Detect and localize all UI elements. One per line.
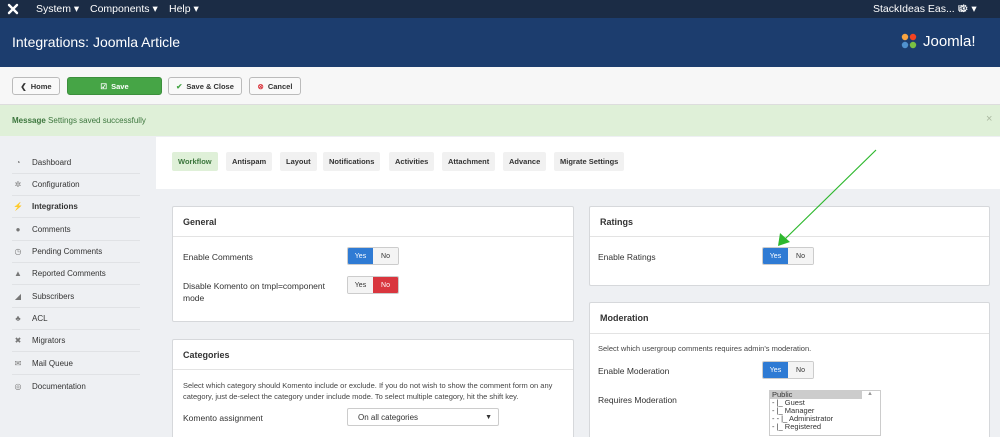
close-icon[interactable]: × (986, 113, 992, 125)
gear-icon: ⚙ (959, 3, 969, 15)
mail-icon: ✉ (14, 359, 22, 368)
list-item[interactable]: - |_ Registered (770, 423, 880, 431)
sidebar-item-reported-comments[interactable]: ▲ Reported Comments (12, 263, 140, 285)
ratings-title: Ratings (590, 207, 989, 237)
joomla-logo-icon (901, 33, 917, 49)
message-text: Settings saved successfully (48, 116, 146, 125)
requires-moderation-label: Requires Moderation (598, 395, 677, 405)
usergroup-multiselect[interactable]: Public - |_ Guest - |_ Manager - - |_ Ad… (769, 390, 881, 436)
sidebar-item-integrations[interactable]: ⚡ Integrations (12, 196, 140, 218)
scroll-up-icon[interactable]: ▲ (867, 391, 873, 397)
menu-system[interactable]: System ▾ (36, 3, 79, 15)
clock-icon: ◷ (14, 247, 22, 256)
sidebar-item-pending-comments[interactable]: ◷ Pending Comments (12, 241, 140, 263)
dashboard-icon: ◔ (15, 158, 21, 167)
sidebar-item-migrators[interactable]: ✖ Migrators (12, 330, 140, 352)
disable-komento-toggle[interactable]: Yes No (347, 276, 399, 294)
admin-menu-bar: System ▾ Components ▾ Help ▾ StackIdeas … (0, 0, 1000, 18)
toolbar: ❮ Home ☑ Save ✔ Save & Close ⊗ Cancel (0, 67, 1000, 105)
sidebar-item-documentation[interactable]: ◎ Documentation (12, 375, 140, 397)
settings-menu[interactable]: ⚙ ▾ (959, 3, 977, 15)
tab-antispam[interactable]: Antispam (226, 152, 273, 171)
cross-icon: ✖ (14, 336, 22, 345)
enable-ratings-label: Enable Ratings (598, 252, 656, 262)
categories-description: Select which category should Komento inc… (183, 381, 553, 401)
joomla-logo: Joomla! (900, 32, 976, 50)
system-message: Message Settings saved successfully × (0, 105, 1000, 136)
moderation-description: Select which usergroup comments requires… (598, 344, 812, 353)
sidebar-item-mail-queue[interactable]: ✉ Mail Queue (12, 353, 140, 375)
home-button[interactable]: ❮ Home (12, 77, 60, 95)
cancel-icon: ⊗ (257, 81, 264, 91)
page-header: Integrations: Joomla Article Joomla! (0, 18, 1000, 67)
yes-option[interactable]: Yes (348, 248, 373, 264)
no-option[interactable]: No (788, 248, 813, 264)
categories-panel: Categories Select which category should … (172, 339, 574, 437)
menu-help[interactable]: Help ▾ (169, 3, 199, 15)
categories-title: Categories (173, 340, 573, 370)
gear-icon: ✲ (14, 180, 22, 189)
no-option[interactable]: No (373, 248, 398, 264)
warning-icon: ▲ (14, 269, 22, 278)
users-icon: ♣ (15, 314, 21, 323)
tab-workflow[interactable]: Workflow (172, 152, 218, 171)
chevron-left-icon: ❮ (20, 81, 27, 91)
tab-attachment[interactable]: Attachment (442, 152, 496, 171)
menu-components[interactable]: Components ▾ (90, 3, 158, 15)
save-icon: ☑ (100, 81, 108, 91)
tab-layout[interactable]: Layout (280, 152, 317, 171)
message-heading: Message (12, 116, 46, 125)
general-title: General (173, 207, 573, 237)
no-option[interactable]: No (788, 362, 813, 378)
plug-icon: ⚡ (13, 202, 23, 211)
sidebar-item-dashboard[interactable]: ◔ Dashboard (12, 152, 140, 174)
enable-moderation-label: Enable Moderation (598, 366, 670, 376)
general-panel: General Enable Comments Yes No Disable K… (172, 206, 574, 322)
sidebar-item-configuration[interactable]: ✲ Configuration (12, 174, 140, 196)
yes-option[interactable]: Yes (348, 277, 373, 293)
lifebuoy-icon: ◎ (14, 381, 22, 391)
site-link[interactable]: StackIdeas Eas... ⧉ (873, 3, 965, 16)
save-button[interactable]: ☑ Save (67, 77, 162, 95)
joomla-small-icon[interactable] (6, 2, 20, 16)
tab-migrate-settings[interactable]: Migrate Settings (554, 152, 625, 171)
ratings-panel: Ratings Enable Ratings Yes No (589, 206, 990, 286)
settings-tabs: Workflow Antispam Layout Notifications A… (156, 137, 1000, 189)
rss-icon: ◢ (14, 292, 22, 301)
yes-option[interactable]: Yes (763, 248, 788, 264)
no-option[interactable]: No (373, 277, 398, 293)
caret-down-icon: ▼ (485, 413, 492, 421)
komento-assignment-select[interactable]: On all categories ▼ (347, 408, 499, 426)
komento-assignment-label: Komento assignment (183, 413, 263, 423)
tab-activities[interactable]: Activities (389, 152, 435, 171)
page-title: Integrations: Joomla Article (12, 34, 181, 50)
enable-comments-label: Enable Comments (183, 252, 253, 262)
moderation-panel: Moderation Select which usergroup commen… (589, 302, 990, 437)
enable-moderation-toggle[interactable]: Yes No (762, 361, 814, 379)
comment-icon: ● (15, 225, 21, 234)
sidebar-item-subscribers[interactable]: ◢ Subscribers (12, 286, 140, 308)
yes-option[interactable]: Yes (763, 362, 788, 378)
cancel-button[interactable]: ⊗ Cancel (249, 77, 301, 95)
enable-comments-toggle[interactable]: Yes No (347, 247, 399, 265)
tab-advance[interactable]: Advance (503, 152, 547, 171)
sidebar-item-acl[interactable]: ♣ ACL (12, 308, 140, 330)
sidebar-item-comments[interactable]: ● Comments (12, 219, 140, 241)
enable-ratings-toggle[interactable]: Yes No (762, 247, 814, 265)
moderation-title: Moderation (590, 303, 989, 334)
check-icon: ✔ (176, 81, 183, 91)
tab-notifications[interactable]: Notifications (323, 152, 381, 171)
disable-komento-label: Disable Komento on tmpl=component mode (183, 281, 325, 303)
save-close-button[interactable]: ✔ Save & Close (168, 77, 242, 95)
